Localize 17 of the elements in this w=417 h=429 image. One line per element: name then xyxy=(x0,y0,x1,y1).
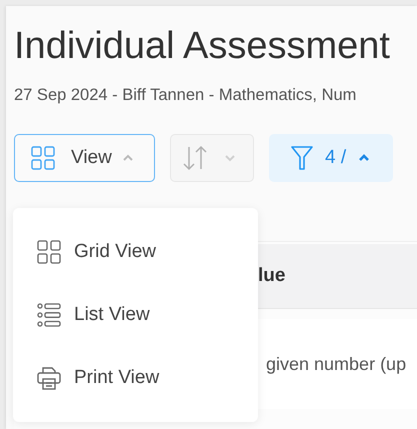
column-header: lue xyxy=(258,265,286,287)
caret-icon xyxy=(122,154,134,162)
menu-item[interactable]: List View xyxy=(13,302,258,327)
list-icon xyxy=(37,302,61,327)
table-cell: given number (up xyxy=(266,354,406,374)
printer-icon xyxy=(37,366,61,390)
sort-icon xyxy=(182,145,208,171)
caret-icon xyxy=(358,154,370,162)
grid-icon xyxy=(31,146,55,170)
caret-icon xyxy=(224,154,236,162)
menu-item[interactable]: Grid View xyxy=(13,240,258,264)
assessment-details: 27 Sep 2024 - Biff Tannen - Mathematics, Num xyxy=(14,86,358,105)
filter-icon xyxy=(291,145,313,171)
page-title: Individual Assessment xyxy=(14,24,391,68)
menu-item[interactable]: Print View xyxy=(13,366,258,390)
grid-icon xyxy=(37,240,61,264)
view-button[interactable]: View xyxy=(14,134,155,182)
